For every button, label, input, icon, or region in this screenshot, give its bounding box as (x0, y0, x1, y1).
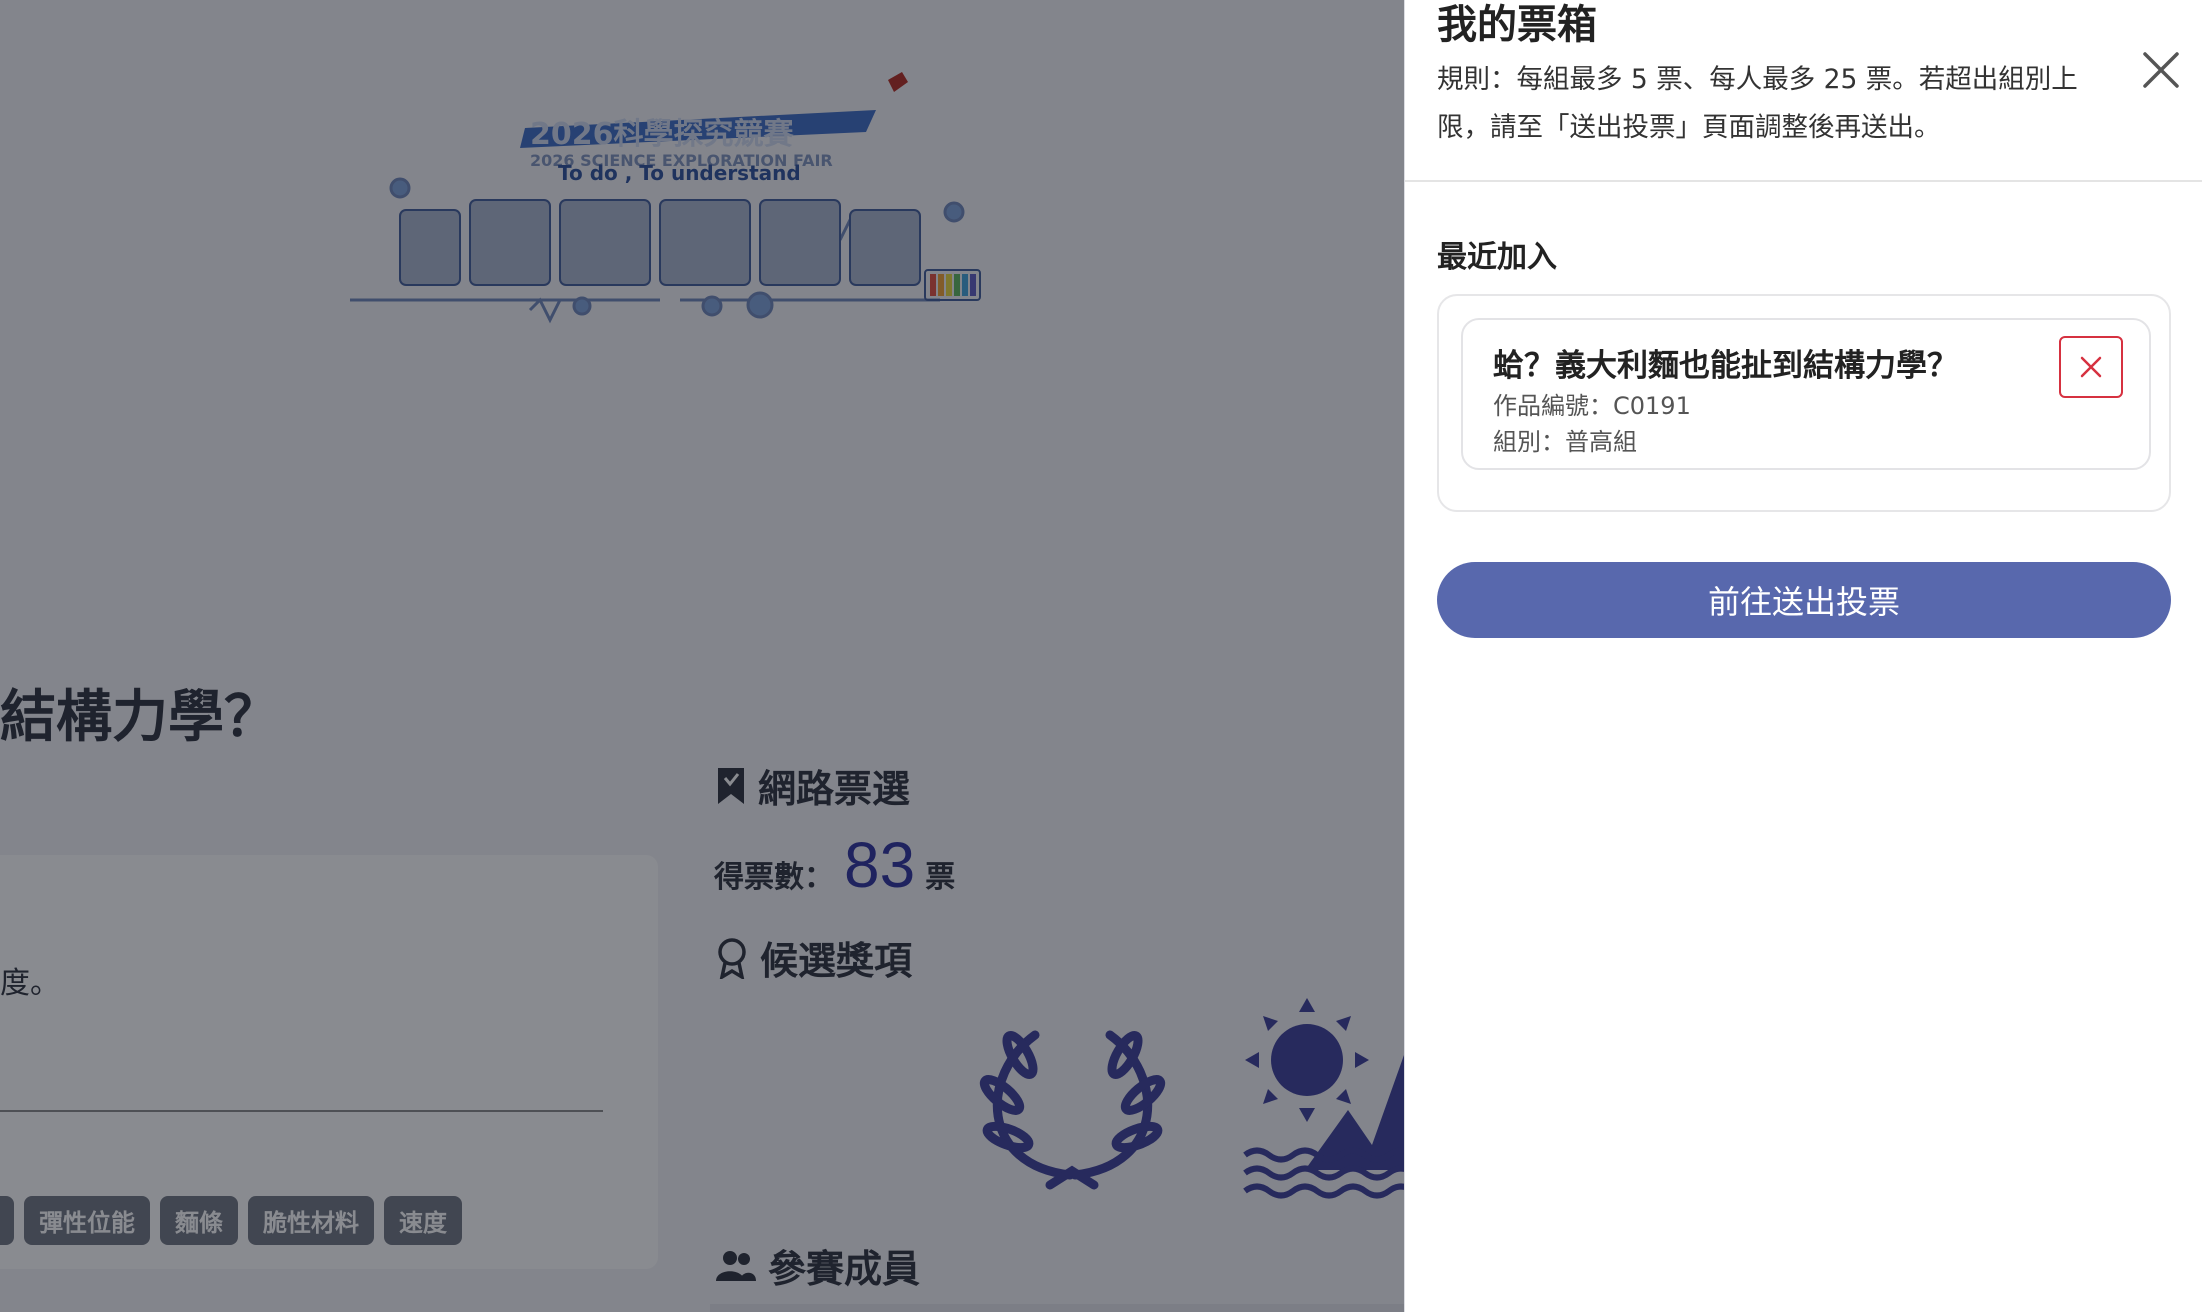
ballot-rules: 規則：每組最多 5 票、每人最多 25 票。若超出組別上 限，請至「送出投票」頁… (1437, 56, 2157, 152)
ballot-box-drawer: 我的票箱 規則：每組最多 5 票、每人最多 25 票。若超出組別上 限，請至「送… (1404, 0, 2202, 1312)
go-submit-vote-button[interactable]: 前往送出投票 (1437, 562, 2171, 638)
drawer-title: 我的票箱 (1437, 2, 1597, 48)
recent-section-label: 最近加入 (1437, 240, 1557, 275)
ballot-item-code: 作品編號：C0191 (1493, 392, 1691, 420)
modal-backdrop[interactable] (0, 0, 1404, 1312)
close-icon[interactable] (2141, 50, 2181, 90)
ballot-item: 蛤？義大利麵也能扯到結構力學？ 作品編號：C0191 組別：普高組 (1461, 318, 2151, 470)
ballot-rules-line: 規則：每組最多 5 票、每人最多 25 票。若超出組別上 (1437, 64, 2078, 95)
ballot-rules-line: 限，請至「送出投票」頁面調整後再送出。 (1437, 112, 1941, 143)
close-icon (2080, 356, 2102, 378)
header-divider (1405, 180, 2202, 182)
ballot-item-group: 組別：普高組 (1493, 428, 1637, 456)
recent-list: 蛤？義大利麵也能扯到結構力學？ 作品編號：C0191 組別：普高組 (1437, 294, 2171, 512)
ballot-item-title: 蛤？義大利麵也能扯到結構力學？ (1493, 348, 1958, 384)
remove-vote-button[interactable] (2059, 336, 2123, 398)
